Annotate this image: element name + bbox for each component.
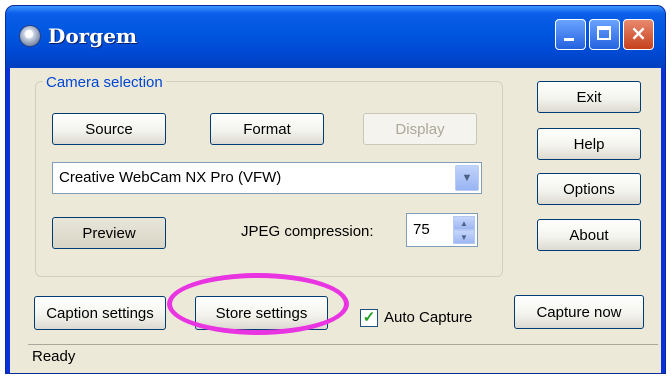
close-button[interactable]: × [623, 19, 654, 50]
title-bar[interactable]: Dorgem × [6, 6, 665, 68]
close-icon: × [630, 21, 647, 45]
camera-select[interactable]: Creative WebCam NX Pro (VFW) ▼ [52, 162, 482, 194]
app-icon [20, 26, 40, 46]
display-button[interactable]: Display [363, 113, 477, 145]
camera-selection-label: Camera selection [43, 74, 166, 91]
spin-up-icon[interactable]: ▲ [453, 216, 475, 230]
window-title: Dorgem [48, 24, 138, 48]
checkmark-icon: ✓ [362, 309, 376, 326]
help-button[interactable]: Help [537, 128, 641, 160]
about-button[interactable]: About [537, 219, 641, 251]
store-settings-button[interactable]: Store settings [195, 296, 328, 330]
jpeg-compression-spinner[interactable]: 75 ▲ ▼ [406, 213, 478, 247]
auto-capture-label[interactable]: Auto Capture [384, 309, 472, 326]
maximize-button[interactable] [589, 19, 620, 50]
options-button[interactable]: Options [537, 173, 641, 205]
camera-select-value: Creative WebCam NX Pro (VFW) [59, 169, 282, 186]
minimize-button[interactable] [555, 19, 586, 50]
jpeg-compression-label: JPEG compression: [241, 223, 374, 240]
chevron-down-icon[interactable]: ▼ [455, 165, 479, 191]
app-window: Dorgem × Camera selection Source Format … [6, 6, 665, 373]
preview-button[interactable]: Preview [52, 217, 166, 249]
jpeg-compression-value: 75 [413, 221, 430, 238]
capture-now-button[interactable]: Capture now [514, 295, 644, 329]
auto-capture-checkbox[interactable]: ✓ [360, 309, 378, 327]
status-bar: Ready [28, 344, 658, 370]
caption-settings-button[interactable]: Caption settings [34, 296, 166, 330]
format-button[interactable]: Format [210, 113, 324, 145]
exit-button[interactable]: Exit [537, 81, 641, 113]
spin-down-icon[interactable]: ▼ [453, 230, 475, 244]
source-button[interactable]: Source [52, 113, 166, 145]
client-area: Camera selection Source Format Display C… [10, 68, 661, 373]
